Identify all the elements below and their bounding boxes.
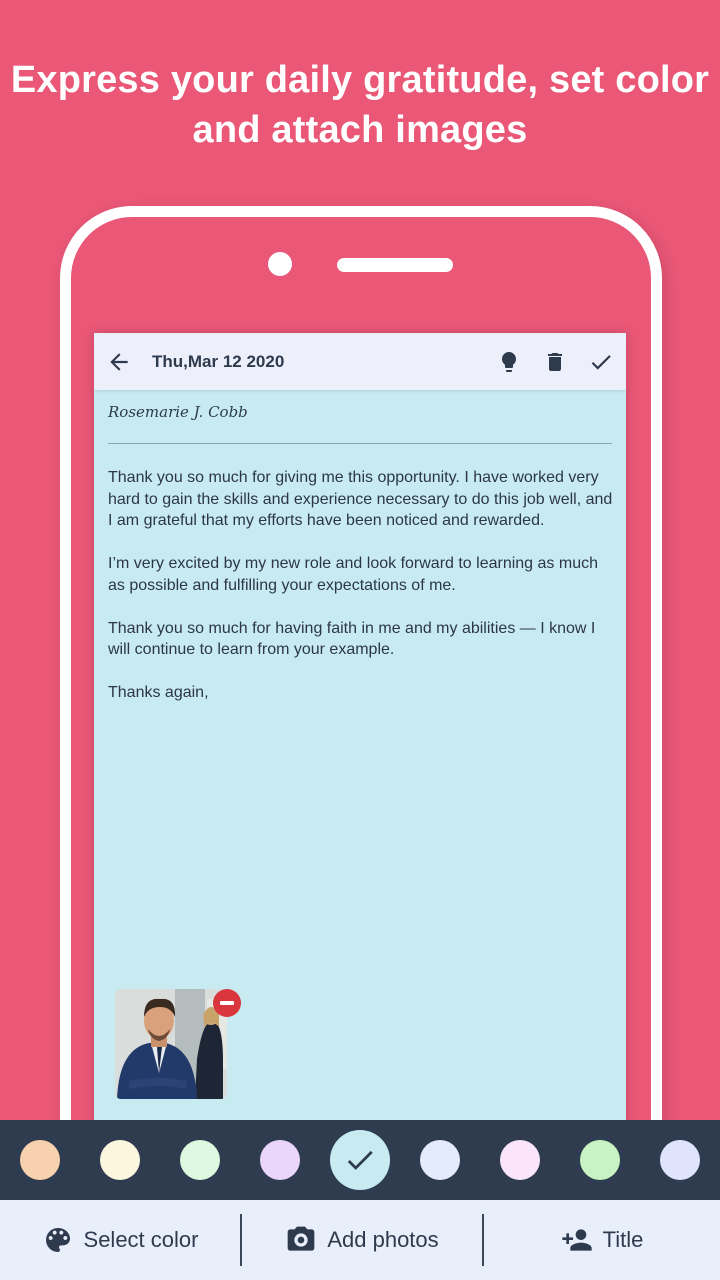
color-swatch[interactable] xyxy=(100,1140,140,1180)
select-color-label: Select color xyxy=(83,1227,199,1252)
note-paragraph: I’m very excited by my new role and look… xyxy=(108,555,598,594)
title-label: Title xyxy=(602,1227,644,1252)
note-body[interactable]: Thank you so much for giving me this opp… xyxy=(108,467,614,725)
camera-icon xyxy=(288,1226,315,1251)
color-swatch[interactable] xyxy=(580,1140,620,1180)
check-icon xyxy=(591,354,611,370)
tip-button[interactable] xyxy=(496,349,522,375)
select-color-button[interactable]: Select color xyxy=(0,1200,240,1280)
photo-person-illustration xyxy=(115,989,227,1099)
trash-icon xyxy=(548,352,562,371)
phone-camera xyxy=(268,252,292,276)
color-swatch-selected[interactable] xyxy=(330,1130,390,1190)
note-author-title[interactable]: Rosemarie J. Cobb xyxy=(108,403,248,421)
note-editor-screen: Thu,Mar 12 2020 Rosemarie J. Cobb Thank … xyxy=(94,333,626,1123)
app-bar: Thu,Mar 12 2020 xyxy=(94,333,626,390)
color-swatch[interactable] xyxy=(500,1140,540,1180)
attached-photo[interactable] xyxy=(115,989,227,1099)
color-swatch[interactable] xyxy=(20,1140,60,1180)
minus-circle-icon xyxy=(220,1001,234,1005)
remove-photo-button[interactable] xyxy=(213,989,241,1017)
color-swatch[interactable] xyxy=(260,1140,300,1180)
color-swatch[interactable] xyxy=(420,1140,460,1180)
arrow-left-icon xyxy=(110,352,128,371)
add-photos-label: Add photos xyxy=(327,1227,439,1252)
lightbulb-icon xyxy=(502,351,516,372)
title-divider xyxy=(108,443,612,444)
note-paragraph: Thanks again, xyxy=(108,684,209,701)
color-swatch[interactable] xyxy=(180,1140,220,1180)
check-icon xyxy=(347,1150,373,1170)
back-button[interactable] xyxy=(106,349,132,375)
color-swatch[interactable] xyxy=(660,1140,700,1180)
bottom-action-bar: Select color Add photos Title xyxy=(0,1200,720,1280)
person-add-icon xyxy=(561,1229,592,1251)
note-paragraph: Thank you so much for giving me this opp… xyxy=(108,469,613,529)
phone-speaker xyxy=(337,258,453,272)
note-paragraph: Thank you so much for having faith in me… xyxy=(108,619,596,659)
promo-headline: Express your daily gratitude, set color … xyxy=(0,55,720,155)
note-date: Thu,Mar 12 2020 xyxy=(152,351,285,371)
add-photos-button[interactable]: Add photos xyxy=(242,1200,482,1280)
palette-icon xyxy=(45,1228,70,1252)
color-swatch-bar xyxy=(0,1120,720,1200)
save-button[interactable] xyxy=(588,349,614,375)
delete-button[interactable] xyxy=(542,349,568,375)
promo-headline-line-2: and attach images xyxy=(192,109,528,151)
title-button[interactable]: Title xyxy=(484,1200,720,1280)
promo-headline-line-1: Express your daily gratitude, set color xyxy=(10,59,710,101)
